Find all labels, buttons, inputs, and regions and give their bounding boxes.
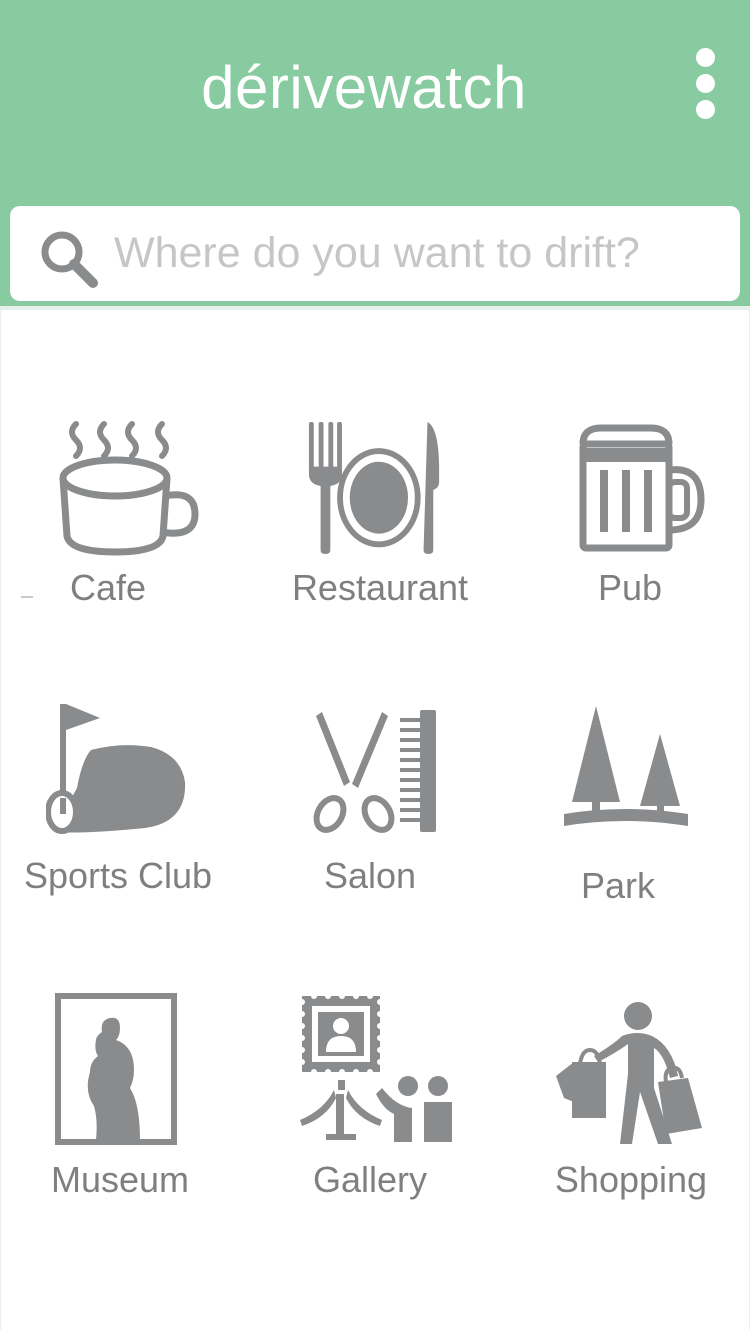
trees-icon [564,706,688,826]
category-label: Shopping [554,1159,708,1200]
category-restaurant[interactable]: Restaurant [285,410,475,610]
category-museum[interactable]: Museum [40,990,210,1200]
category-pub[interactable]: Pub [560,410,720,610]
category-shopping[interactable]: Shopping [546,990,726,1200]
shopper-bags-icon [556,1002,702,1144]
app-title: dérivewatch [201,54,527,121]
category-label: Sports Club [23,855,213,896]
more-vertical-icon-dot [696,100,715,119]
category-label: Restaurant [291,567,469,608]
category-salon[interactable]: Salon [300,698,450,898]
statue-frame-icon [55,993,177,1145]
category-cafe[interactable]: Cafe [40,410,230,610]
golf-flag-icon [46,704,186,834]
plate-fork-knife-icon [308,421,440,555]
more-vertical-icon-dot [696,74,715,93]
beer-mug-icon [579,424,705,552]
category-park[interactable]: Park [558,698,698,908]
category-label: Pub [597,567,663,608]
app-header: dérivewatch [0,0,750,310]
category-label: Salon [323,855,417,896]
search-icon [41,231,98,288]
easel-visitors-icon [299,993,452,1142]
divider-mark [21,596,33,598]
search-input[interactable] [114,218,724,288]
category-sports-club[interactable]: Sports Club [18,698,228,898]
category-label: Cafe [69,567,147,608]
scissors-comb-icon [313,710,436,833]
overflow-menu-button[interactable] [684,44,726,124]
category-label: Park [580,865,656,906]
coffee-cup-icon [59,421,199,556]
more-vertical-icon [696,48,715,67]
category-label: Museum [50,1159,190,1200]
search-bar[interactable] [10,206,740,301]
category-label: Gallery [312,1159,428,1200]
category-gallery[interactable]: Gallery [296,990,466,1200]
